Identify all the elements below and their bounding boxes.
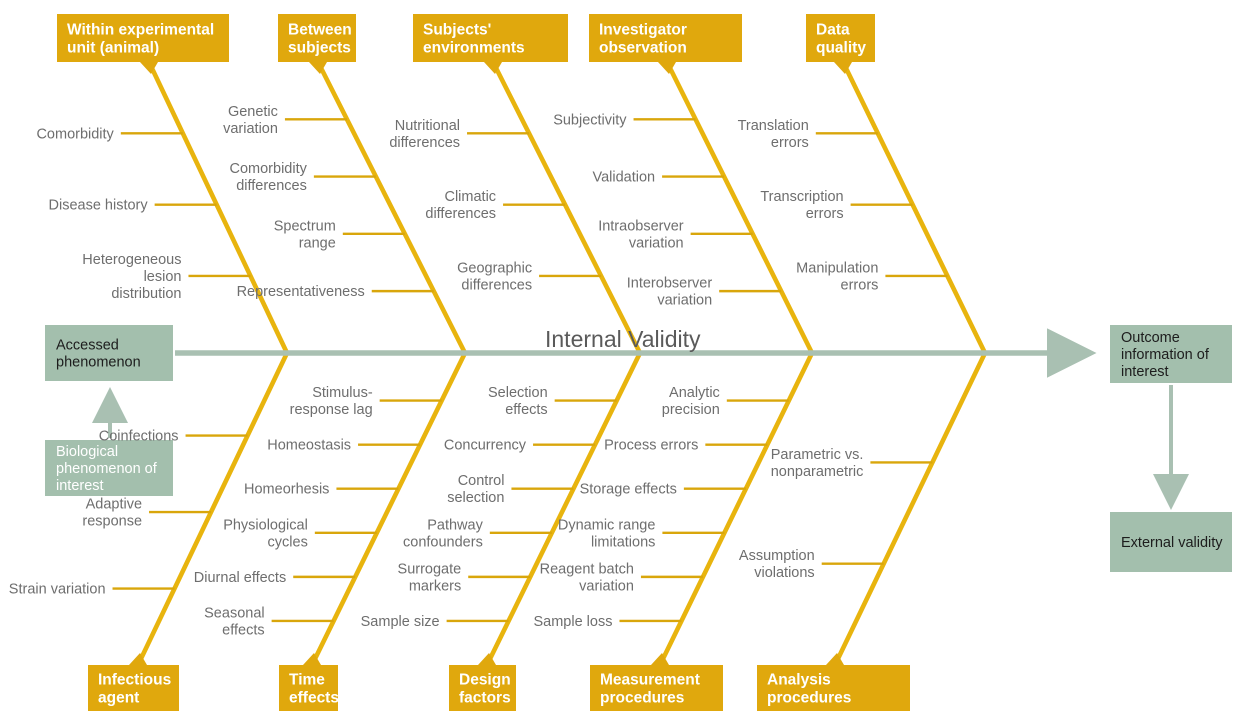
cause-label: Spectrum range — [274, 218, 336, 251]
category-label-investigator-observation: Investigator observation — [599, 22, 687, 57]
cause-label: Parametric vs. nonparametric — [771, 447, 864, 480]
cause-label: Surrogate markers — [398, 561, 462, 594]
cause-label: Geographic differences — [457, 260, 532, 293]
cause-label: Strain variation — [9, 582, 106, 598]
fishbone-diagram: Internal Validity Accessed phenomenon Biolo… — [0, 0, 1245, 725]
cause-label: Interobserver variation — [627, 276, 713, 309]
external-validity-box-label: External validity — [1121, 535, 1223, 551]
cause-label: Diurnal effects — [194, 570, 286, 586]
cause-label: Homeostasis — [267, 438, 351, 454]
cause-label: Translation errors — [738, 118, 809, 151]
cause-label: Representativeness — [237, 284, 365, 300]
cause-label: Comorbidity differences — [230, 161, 308, 194]
cause-label: Manipulation errors — [796, 260, 878, 293]
cause-label: Adaptive response — [82, 497, 142, 530]
cause-label: Homeorhesis — [244, 482, 329, 498]
cause-label: Seasonal effects — [204, 605, 264, 638]
cause-label: Storage effects — [580, 482, 677, 498]
cause-label: Reagent batch variation — [540, 561, 634, 594]
category-label-between-subjects: Between subjects — [288, 22, 352, 57]
cause-label: Heterogeneous lesion distribution — [82, 252, 181, 302]
spine-title: Internal Validity — [545, 326, 701, 352]
cause-label: Dynamic range limitations — [558, 517, 656, 550]
cause-label: Concurrency — [444, 438, 527, 454]
cause-label: Stimulus-response lag — [290, 385, 373, 418]
cause-label: Validation — [592, 170, 655, 186]
cause-label: Coinfections — [99, 429, 179, 445]
cause-label: Analytic precision — [662, 385, 720, 418]
cause-label: Selection effects — [488, 385, 548, 418]
cause-label: Transcription errors — [760, 189, 843, 222]
cause-label: Comorbidity — [36, 126, 114, 142]
cause-label: Intraobserver variation — [598, 218, 684, 251]
cause-label: Sample loss — [533, 614, 612, 630]
category-label-design-factors: Design factors — [459, 672, 511, 707]
cause-label: Pathway confounders — [403, 517, 484, 550]
cause-label: Sample size — [361, 614, 440, 630]
cause-label: Disease history — [49, 198, 149, 214]
cause-label: Climatic differences — [425, 189, 496, 222]
cause-label: Assumption violations — [739, 548, 815, 581]
cause-label: Subjectivity — [553, 112, 627, 128]
cause-label: Genetic variation — [223, 104, 278, 137]
cause-label: Process errors — [604, 438, 698, 454]
cause-label: Control selection — [447, 473, 504, 506]
cause-label: Nutritional differences — [389, 118, 460, 151]
labels-layer: Internal ValidityAccessed phenomenonBiolo… — [9, 14, 1232, 711]
cause-label: Physiological cycles — [223, 517, 308, 550]
